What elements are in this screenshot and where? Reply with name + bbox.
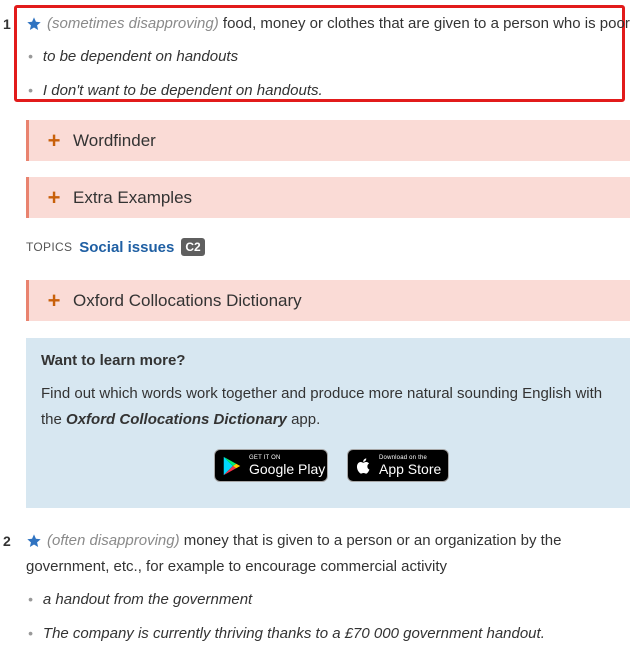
- sense-number: 1: [3, 16, 11, 32]
- example-item: • to be dependent on handouts: [28, 48, 238, 65]
- collocations-toggle[interactable]: + Oxford Collocations Dictionary: [26, 280, 630, 321]
- definition-sense-1: (sometimes disapproving) food, money or …: [47, 11, 632, 37]
- sense-number: 2: [3, 533, 11, 549]
- promo-text: Find out which words work together and p…: [41, 381, 615, 433]
- collocations-label: Oxford Collocations Dictionary: [73, 290, 302, 310]
- bullet-icon: •: [28, 82, 33, 98]
- example-text: a handout from the government: [42, 591, 253, 608]
- example-text: to be dependent on handouts: [42, 48, 239, 65]
- promo-box: Want to learn more? Find out which words…: [26, 338, 630, 508]
- example-text: The company is currently thriving thanks…: [42, 625, 545, 642]
- grammar-label: (often disapproving): [47, 532, 180, 549]
- example-item: • The company is currently thriving thank…: [28, 625, 545, 642]
- app-store-big: App Store: [379, 460, 442, 477]
- level-badge: C2: [181, 238, 205, 256]
- wordfinder-toggle[interactable]: + Wordfinder: [26, 120, 630, 161]
- app-store-button[interactable]: Download on the App Store: [347, 449, 449, 482]
- plus-icon: +: [47, 127, 61, 153]
- topics-label: TOPICS: [26, 240, 73, 254]
- example-item: • I don't want to be dependent on handout…: [28, 82, 323, 99]
- topics-row: TOPICS Social issues C2: [26, 238, 205, 256]
- definition-sense-2: (often disapproving) money that is given…: [26, 528, 586, 580]
- promo-brand: Oxford Collocations Dictionary: [66, 411, 287, 428]
- extra-examples-label: Extra Examples: [73, 187, 193, 207]
- plus-icon: +: [47, 184, 61, 210]
- apple-icon: [356, 457, 370, 474]
- topic-link-social-issues[interactable]: Social issues: [79, 239, 174, 256]
- google-play-big: Google Play: [249, 460, 326, 477]
- star-icon: [27, 17, 41, 30]
- example-text: I don't want to be dependent on handouts…: [42, 82, 323, 99]
- example-item: • a handout from the government: [28, 591, 252, 608]
- promo-text-after: app.: [286, 411, 321, 428]
- google-play-button[interactable]: GET IT ON Google Play: [214, 449, 328, 482]
- promo-title: Want to learn more?: [41, 352, 186, 369]
- google-play-icon: [223, 456, 241, 475]
- bullet-icon: •: [28, 48, 33, 64]
- extra-examples-toggle[interactable]: + Extra Examples: [26, 177, 630, 218]
- definition-text: food, money or clothes that are given to…: [222, 15, 630, 32]
- bullet-icon: •: [28, 591, 33, 607]
- plus-icon: +: [47, 287, 61, 313]
- bullet-icon: •: [28, 625, 33, 641]
- wordfinder-label: Wordfinder: [73, 130, 156, 150]
- grammar-label: (sometimes disapproving): [47, 15, 219, 32]
